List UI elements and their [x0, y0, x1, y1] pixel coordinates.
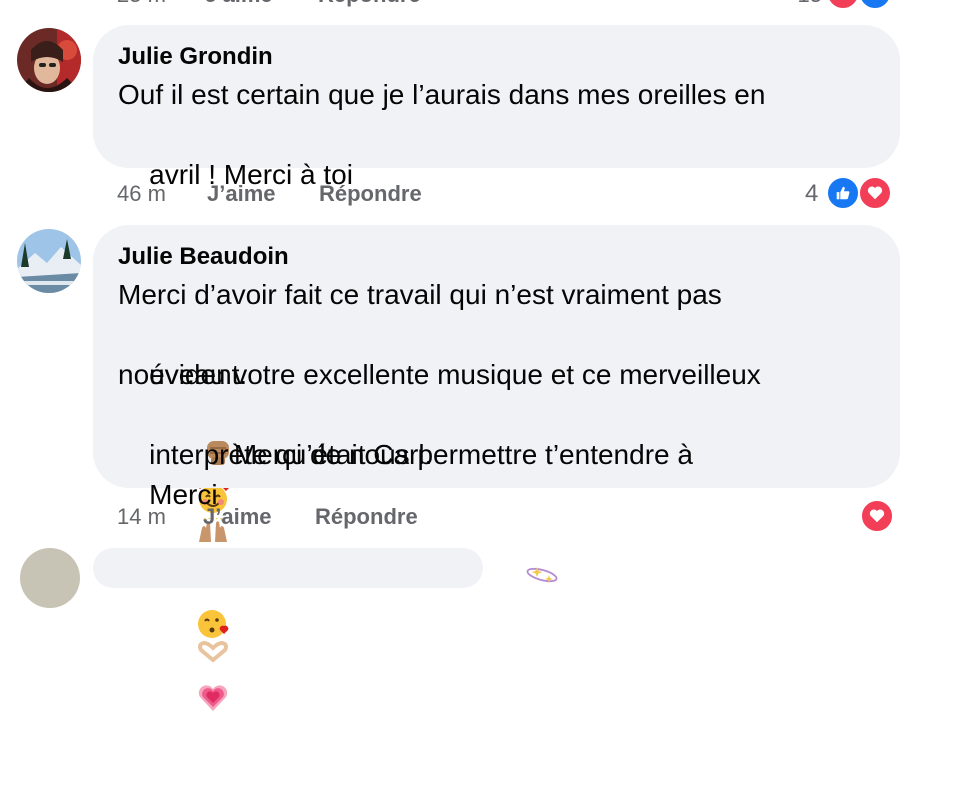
- comment-text-line: Merci d’avoir fait ce travail qui n’est …: [118, 279, 722, 310]
- like-button[interactable]: J’aime: [203, 504, 272, 530]
- comment-time: 25 m: [117, 0, 166, 8]
- love-icon[interactable]: [858, 176, 892, 210]
- comment-text-line: Ouf il est certain que je l’aurais dans …: [118, 79, 766, 110]
- avatar[interactable]: [17, 229, 81, 293]
- comment-bubble: Julie Grondin Ouf il est certain que je …: [93, 25, 900, 638]
- comment-author[interactable]: Julie Beaudoin: [118, 243, 289, 271]
- comment-bubble: [93, 548, 483, 588]
- comment-time[interactable]: 46 m: [117, 181, 166, 207]
- growing-heart-emoji-icon: [149, 640, 230, 765]
- comment-author[interactable]: Julie Grondin: [118, 43, 273, 71]
- avatar[interactable]: [20, 548, 80, 608]
- comment-text-line: Merci: [118, 435, 559, 805]
- reply-button[interactable]: Répondre: [315, 504, 418, 530]
- avatar[interactable]: [17, 28, 81, 92]
- reaction-count[interactable]: 4: [805, 180, 818, 208]
- avatar-photo-icon: [17, 229, 81, 293]
- reply-button[interactable]: Répondre: [319, 181, 422, 207]
- sparkles-orbit-emoji-icon: [478, 518, 559, 638]
- avatar-photo-icon: [17, 28, 81, 92]
- like-button[interactable]: J'aime: [205, 0, 273, 8]
- like-icon[interactable]: [826, 176, 860, 210]
- love-icon[interactable]: [860, 499, 894, 533]
- comment-text-line: nouveau votre excellente musique et ce m…: [118, 359, 761, 390]
- reply-button[interactable]: Répondre: [318, 0, 421, 8]
- love-icon: [826, 0, 860, 10]
- previous-comment-actions: 25 m J'aime Répondre 15: [0, 0, 962, 12]
- like-button[interactable]: J’aime: [207, 181, 276, 207]
- like-icon: [858, 0, 892, 10]
- comment-time[interactable]: 14 m: [117, 504, 166, 530]
- comment-bubble: Julie Beaudoin Merci d’avoir fait ce tra…: [93, 225, 900, 711]
- reaction-count: 15: [798, 0, 822, 8]
